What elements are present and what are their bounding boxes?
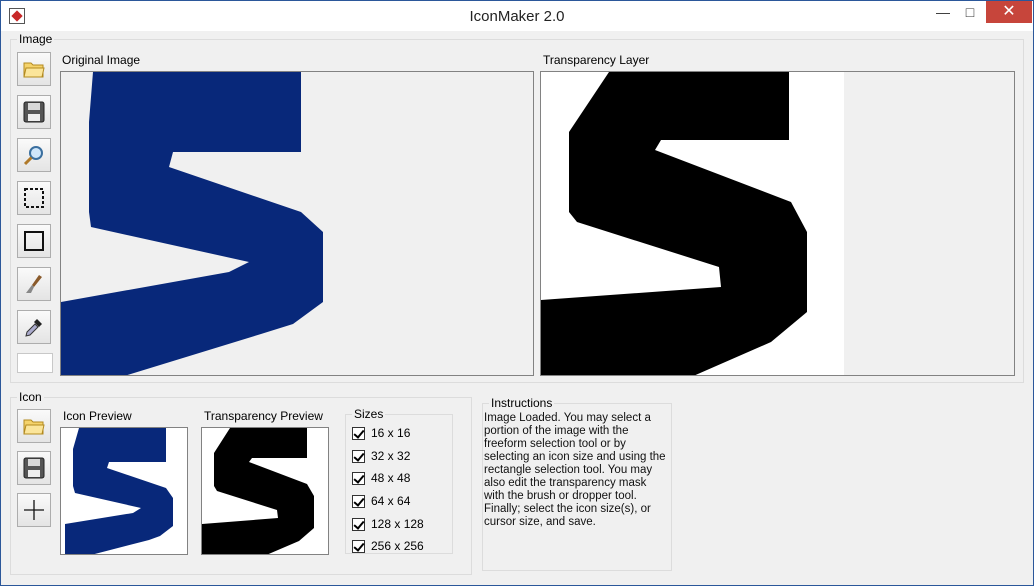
size-option-32[interactable]: 32 x 32 xyxy=(352,447,410,465)
size-checkbox[interactable] xyxy=(352,426,365,440)
size-option-16[interactable]: 16 x 16 xyxy=(352,424,410,442)
size-label: 128 x 128 xyxy=(371,517,424,531)
maximize-button[interactable]: □ xyxy=(956,1,984,23)
size-label: 32 x 32 xyxy=(371,449,411,463)
rectangle-button[interactable] xyxy=(17,224,51,258)
icon-preview xyxy=(60,427,188,555)
size-checkbox[interactable] xyxy=(352,517,365,531)
color-swatch[interactable] xyxy=(17,353,53,373)
transparency-layer-label: Transparency Layer xyxy=(543,53,650,67)
size-option-128[interactable]: 128 x 128 xyxy=(352,515,424,533)
transparency-preview-label: Transparency Preview xyxy=(204,409,323,423)
open-folder-icon xyxy=(23,62,45,78)
size-option-256[interactable]: 256 x 256 xyxy=(352,537,424,555)
icon-preview-label: Icon Preview xyxy=(63,409,132,423)
zoom-button[interactable] xyxy=(17,138,51,172)
app-window: IconMaker 2.0 — □ ✕ Image Original Image… xyxy=(0,0,1034,586)
sizes-group-label: Sizes xyxy=(352,407,386,421)
image-group-label: Image xyxy=(17,32,55,46)
dropper-icon xyxy=(25,319,42,337)
close-button[interactable]: ✕ xyxy=(986,1,1032,23)
size-option-64[interactable]: 64 x 64 xyxy=(352,492,410,510)
open-icon-button[interactable] xyxy=(17,409,51,443)
size-label: 48 x 48 xyxy=(371,471,411,485)
original-image-canvas[interactable] xyxy=(60,71,534,376)
size-checkbox[interactable] xyxy=(352,539,365,553)
sizes-group: Sizes 16 x 16 32 x 32 48 x 48 64 x 64 12… xyxy=(345,407,453,555)
select-marquee-icon xyxy=(24,188,44,208)
size-option-48[interactable]: 48 x 48 xyxy=(352,469,410,487)
save-icon-button[interactable] xyxy=(17,451,51,485)
minimize-button[interactable]: — xyxy=(929,1,957,23)
transparency-layer-canvas[interactable] xyxy=(540,71,1015,376)
brush-icon xyxy=(26,275,42,293)
original-image-label: Original Image xyxy=(62,53,141,67)
size-checkbox[interactable] xyxy=(352,494,365,508)
rectangle-select-button[interactable] xyxy=(17,181,51,215)
icon-preview-image xyxy=(65,428,173,554)
brush-button[interactable] xyxy=(17,267,51,301)
crosshair-icon xyxy=(24,500,44,520)
window-title: IconMaker 2.0 xyxy=(469,8,565,25)
open-image-button[interactable] xyxy=(17,52,51,86)
save-disk-icon xyxy=(23,457,45,479)
open-folder-icon xyxy=(23,419,45,435)
rectangle-icon xyxy=(24,231,44,251)
instructions-label: Instructions xyxy=(489,396,555,410)
dropper-button[interactable] xyxy=(17,310,51,344)
transparency-preview-image xyxy=(202,428,314,554)
transparency-mask-image xyxy=(541,72,844,375)
save-disk-icon xyxy=(23,101,45,123)
transparency-preview xyxy=(201,427,329,555)
zoom-icon xyxy=(23,146,43,166)
instructions-text: Image Loaded. You may select a portion o… xyxy=(484,412,666,528)
save-image-button[interactable] xyxy=(17,95,51,129)
title-bar: IconMaker 2.0 — □ ✕ xyxy=(1,1,1033,31)
size-checkbox[interactable] xyxy=(352,449,365,463)
add-button[interactable] xyxy=(17,493,51,527)
size-label: 64 x 64 xyxy=(371,494,411,508)
icon-group-label: Icon xyxy=(17,390,44,404)
size-label: 16 x 16 xyxy=(371,426,411,440)
size-label: 256 x 256 xyxy=(371,539,424,553)
original-s-image xyxy=(61,72,323,375)
size-checkbox[interactable] xyxy=(352,471,365,485)
